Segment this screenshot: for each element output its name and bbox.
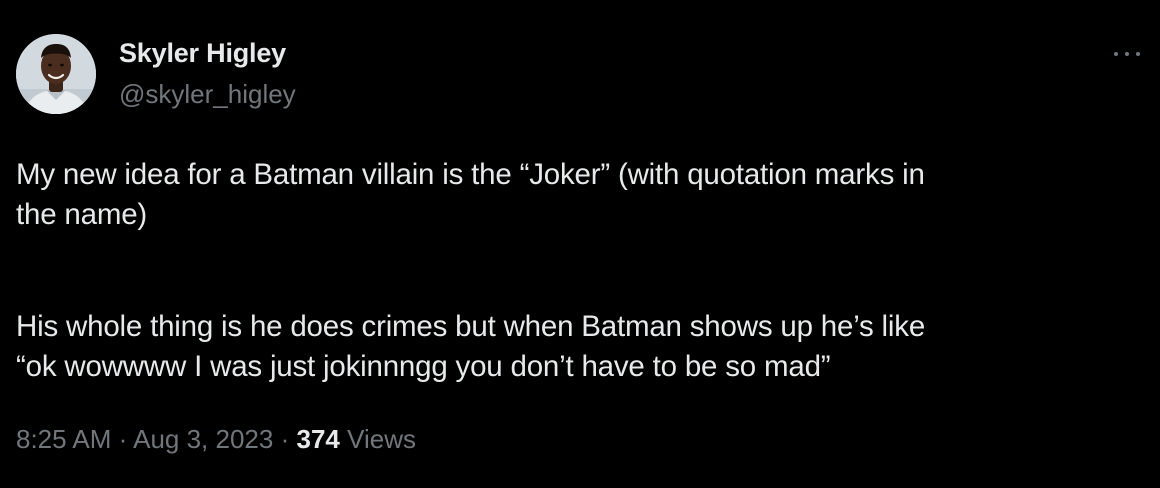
user-portrait-icon [16, 34, 96, 114]
views-label[interactable]: Views [347, 424, 416, 454]
tweet-line: My new idea for a Batman villain is the … [16, 158, 925, 191]
meta-separator: · [118, 424, 128, 454]
tweet-line: the name) [16, 198, 148, 231]
tweet-time[interactable]: 8:25 AM [16, 424, 111, 454]
meta-separator: · [280, 424, 290, 454]
more-options-button[interactable] [1112, 44, 1146, 64]
tweet-text: My new idea for a Batman villain is the … [16, 155, 1136, 387]
more-dot-icon [1125, 52, 1129, 56]
author-display-name[interactable]: Skyler Higley [119, 38, 286, 69]
avatar[interactable] [16, 34, 96, 114]
more-dot-icon [1114, 52, 1118, 56]
tweet-line: “ok wowwww I was just jokinnngg you don’… [16, 350, 831, 383]
tweet-paragraph-1: My new idea for a Batman villain is the … [16, 155, 1136, 235]
tweet-date[interactable]: Aug 3, 2023 [133, 424, 273, 454]
more-dot-icon [1136, 52, 1140, 56]
tweet-line: His whole thing is he does crimes but wh… [16, 310, 926, 343]
author-handle[interactable]: @skyler_higley [119, 79, 296, 110]
views-count[interactable]: 374 [296, 424, 339, 454]
tweet-paragraph-2: His whole thing is he does crimes but wh… [16, 307, 1136, 387]
tweet-card: Skyler Higley @skyler_higley My new idea… [0, 0, 1160, 488]
tweet-meta: 8:25 AM · Aug 3, 2023 · 374 Views [16, 424, 416, 455]
